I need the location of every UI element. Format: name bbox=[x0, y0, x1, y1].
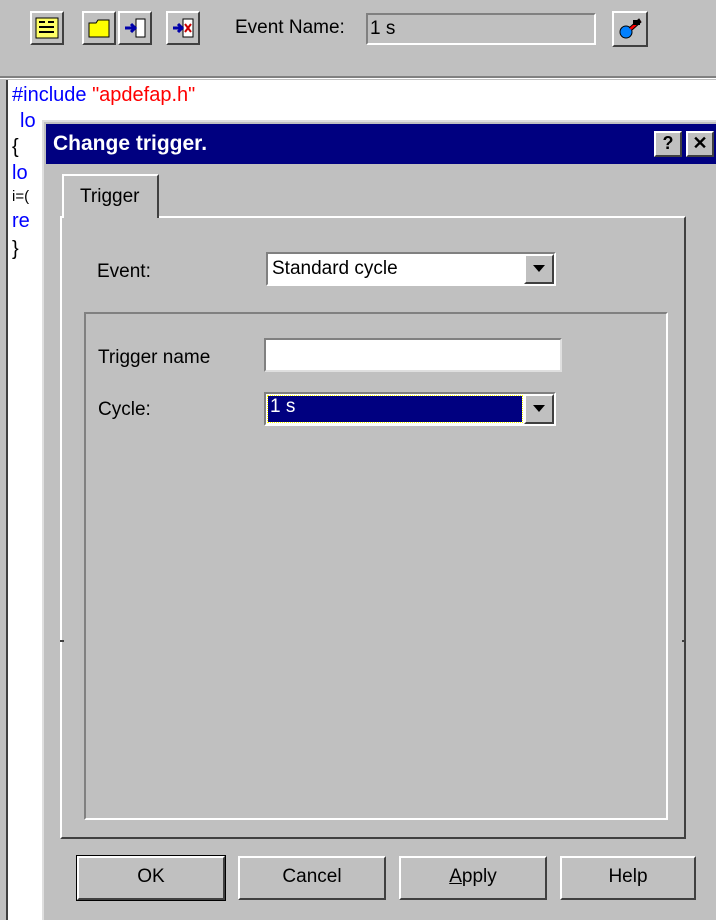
declarations-button[interactable] bbox=[30, 11, 64, 45]
open-button[interactable] bbox=[82, 11, 116, 45]
panel-tick bbox=[682, 640, 686, 642]
change-trigger-icon bbox=[619, 18, 642, 39]
close-button[interactable]: ✕ bbox=[686, 131, 714, 157]
include-filename: "apdefap.h" bbox=[92, 84, 196, 106]
ok-button[interactable]: OK bbox=[76, 855, 226, 901]
folder-icon bbox=[88, 19, 110, 38]
trigger-settings-group bbox=[84, 312, 668, 820]
export-button[interactable] bbox=[166, 11, 200, 45]
export-icon bbox=[173, 18, 194, 38]
tab-trigger[interactable]: Trigger bbox=[62, 174, 159, 218]
chevron-down-icon bbox=[533, 405, 545, 412]
code-line: #include "apdefap.h" bbox=[12, 84, 195, 107]
include-keyword: #include bbox=[12, 84, 87, 106]
event-select[interactable]: Standard cycle bbox=[266, 252, 556, 286]
trigger-name-label: Trigger name bbox=[98, 347, 211, 368]
cancel-button[interactable]: Cancel bbox=[238, 856, 386, 900]
import-button[interactable] bbox=[118, 11, 152, 45]
chevron-down-icon bbox=[533, 265, 545, 272]
help-context-button[interactable]: ? bbox=[654, 131, 682, 157]
dialog-titlebar[interactable]: Change trigger. ? ✕ bbox=[46, 124, 716, 164]
declarations-icon bbox=[35, 17, 59, 39]
event-name-field[interactable]: 1 s bbox=[366, 13, 596, 45]
toolbar: Event Name: 1 s bbox=[0, 0, 716, 79]
trigger-name-input[interactable] bbox=[264, 338, 562, 372]
cycle-select-value: 1 s bbox=[267, 395, 523, 423]
code-line: i=( bbox=[12, 188, 30, 205]
cycle-select[interactable]: 1 s bbox=[264, 392, 556, 426]
event-dropdown-button[interactable] bbox=[524, 254, 554, 284]
apply-label-rest: pply bbox=[461, 866, 497, 887]
toolbar-divider bbox=[0, 76, 716, 79]
event-label: Event: bbox=[97, 261, 151, 282]
code-line: re bbox=[12, 210, 30, 232]
code-line: lo bbox=[20, 110, 36, 132]
code-line: lo bbox=[12, 162, 28, 184]
event-select-value: Standard cycle bbox=[272, 258, 398, 279]
event-name-label: Event Name: bbox=[235, 17, 345, 38]
change-trigger-button[interactable] bbox=[612, 11, 648, 47]
dialog-title: Change trigger. bbox=[53, 132, 208, 155]
help-button[interactable]: Help bbox=[560, 856, 696, 900]
import-icon bbox=[125, 18, 146, 38]
panel-tick bbox=[60, 640, 64, 642]
apply-mnemonic: A bbox=[449, 866, 462, 887]
cycle-label: Cycle: bbox=[98, 399, 151, 420]
apply-button[interactable]: Apply bbox=[399, 856, 547, 900]
cycle-dropdown-button[interactable] bbox=[524, 394, 554, 424]
code-line: { bbox=[12, 136, 19, 158]
code-line: } bbox=[12, 238, 19, 260]
